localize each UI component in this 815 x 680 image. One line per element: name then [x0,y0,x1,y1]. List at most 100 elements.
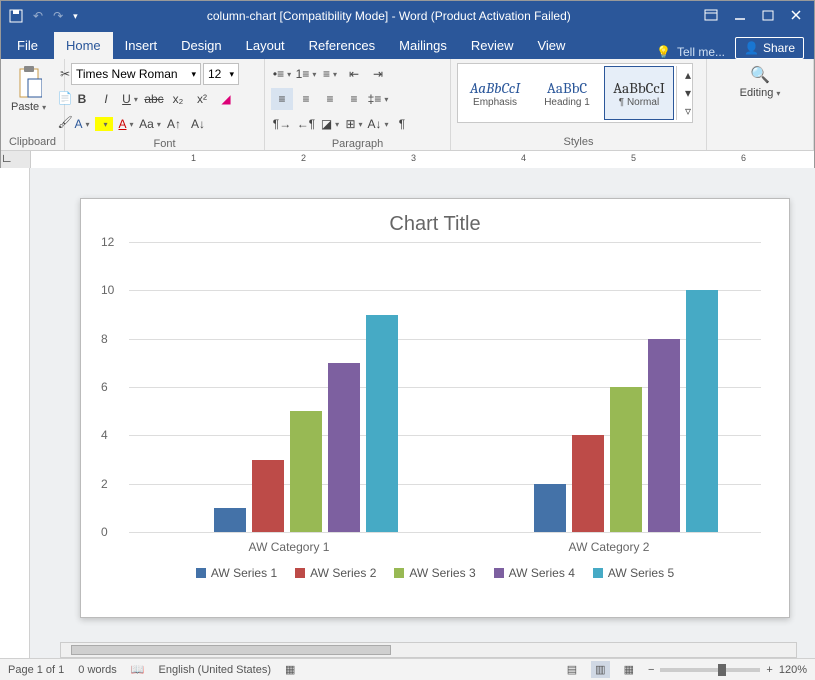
styles-more-icon[interactable]: ▿ [677,102,699,120]
shading-button[interactable]: ◪ [319,113,341,135]
text-effects-button[interactable]: A [71,113,93,135]
subscript-button[interactable]: x₂ [167,88,189,110]
ruler-vertical[interactable] [0,168,30,658]
status-page[interactable]: Page 1 of 1 [8,664,64,676]
tab-review[interactable]: Review [459,32,526,59]
web-layout-icon[interactable]: ▦ [624,663,634,676]
legend-label: AW Series 4 [509,566,575,580]
spellcheck-icon[interactable]: 📖 [131,663,145,676]
tab-file[interactable]: File [1,32,54,59]
italic-button[interactable]: I [95,88,117,110]
styles-scroll-down-icon[interactable]: ▾ [677,84,699,102]
zoom-in-icon[interactable]: + [766,664,772,676]
tab-layout[interactable]: Layout [234,32,297,59]
gridline [129,242,761,243]
status-words[interactable]: 0 words [78,664,117,676]
borders-button[interactable]: ⊞ [343,113,365,135]
tab-view[interactable]: View [525,32,577,59]
rtl-button[interactable]: ←¶ [295,113,317,135]
highlight-button[interactable] [95,117,113,131]
chart-object[interactable]: Chart Title 024681012AW Category 1AW Cat… [89,207,781,609]
share-button[interactable]: 👤Share [735,37,804,59]
grow-font-button[interactable]: A↑ [163,113,185,135]
change-case-button[interactable]: Aa [139,113,161,135]
style-emphasis[interactable]: AaBbCcIEmphasis [460,66,530,120]
align-left-button[interactable]: ≡ [271,88,293,110]
tab-design[interactable]: Design [169,32,233,59]
y-tick-label: 12 [101,235,114,249]
numbering-button[interactable]: 1≡ [295,63,317,85]
align-right-button[interactable]: ≡ [319,88,341,110]
status-language[interactable]: English (United States) [159,664,272,676]
gridline [129,532,761,533]
bar [534,484,566,532]
y-tick-label: 4 [101,428,108,442]
minimize-icon[interactable] [734,9,746,24]
paste-button[interactable]: Paste [7,63,50,115]
ruler-tick: 2 [301,153,306,163]
read-mode-icon[interactable]: ▤ [567,663,577,676]
tab-home[interactable]: Home [54,32,113,59]
tell-me[interactable]: 💡Tell me... [646,45,735,59]
multilevel-button[interactable]: ≡ [319,63,341,85]
ribbon: Paste ✂ 📄 🖌 Clipboard Times New Roman▾ 1… [1,59,814,151]
decrease-indent-button[interactable]: ⇤ [343,63,365,85]
show-marks-button[interactable]: ¶ [391,113,413,135]
group-label-clipboard: Clipboard [5,135,60,150]
group-label-font: Font [69,137,260,152]
font-name-select[interactable]: Times New Roman▾ [71,63,201,85]
save-icon[interactable] [9,9,23,23]
tab-mailings[interactable]: Mailings [387,32,459,59]
category-label: AW Category 1 [219,540,359,554]
scrollbar-thumb[interactable] [71,645,391,655]
chart-plot-area: 024681012AW Category 1AW Category 2 [129,242,761,532]
font-size-select[interactable]: 12▾ [203,63,239,85]
group-clipboard: Paste ✂ 📄 🖌 Clipboard [1,59,65,150]
editing-button[interactable]: 🔍 Editing [736,63,785,101]
tab-insert[interactable]: Insert [113,32,170,59]
increase-indent-button[interactable]: ⇥ [367,63,389,85]
sort-button[interactable]: A↓ [367,113,389,135]
zoom-level[interactable]: 120% [779,664,807,676]
styles-gallery[interactable]: AaBbCcIEmphasis AaBbCHeading 1 AaBbCcI¶ … [457,63,693,123]
clear-format-icon[interactable]: ◢ [215,88,237,110]
legend-label: AW Series 1 [211,566,277,580]
print-layout-icon[interactable]: ▥ [591,661,609,678]
undo-icon[interactable]: ↶ [33,9,43,23]
bullets-button[interactable]: •≡ [271,63,293,85]
font-color-button[interactable]: A [115,113,137,135]
window-controls [692,9,814,24]
legend-label: AW Series 3 [409,566,475,580]
shrink-font-button[interactable]: A↓ [187,113,209,135]
zoom-slider[interactable] [660,668,760,672]
close-icon[interactable] [790,9,802,24]
maximize-icon[interactable] [762,9,774,24]
quick-access-toolbar: ↶ ↷ ▾ [1,9,86,23]
strike-button[interactable]: abc [143,88,165,110]
bar [214,508,246,532]
underline-button[interactable]: U [119,88,141,110]
legend-swatch [394,568,404,578]
page-viewport[interactable]: Chart Title 024681012AW Category 1AW Cat… [30,168,815,658]
qat-dropdown-icon[interactable]: ▾ [73,11,78,22]
justify-button[interactable]: ≡ [343,88,365,110]
ribbon-options-icon[interactable] [704,9,718,24]
ltr-button[interactable]: ¶→ [271,113,293,135]
style-normal[interactable]: AaBbCcI¶ Normal [604,66,674,120]
zoom-control[interactable]: − + 120% [648,664,807,676]
redo-icon[interactable]: ↷ [53,9,63,23]
zoom-out-icon[interactable]: − [648,664,654,676]
style-heading1[interactable]: AaBbCHeading 1 [532,66,602,120]
superscript-button[interactable]: x² [191,88,213,110]
horizontal-scrollbar[interactable] [60,642,797,658]
y-tick-label: 0 [101,525,108,539]
macro-icon[interactable]: ▦ [285,663,295,676]
bold-button[interactable]: B [71,88,93,110]
line-spacing-button[interactable]: ‡≡ [367,88,389,110]
title-bar: ↶ ↷ ▾ column-chart [Compatibility Mode] … [1,1,814,31]
styles-scroll-up-icon[interactable]: ▴ [677,66,699,84]
tab-references[interactable]: References [297,32,387,59]
y-tick-label: 2 [101,477,108,491]
ruler-horizontal[interactable]: ∟ 123456 [1,151,814,169]
align-center-button[interactable]: ≡ [295,88,317,110]
